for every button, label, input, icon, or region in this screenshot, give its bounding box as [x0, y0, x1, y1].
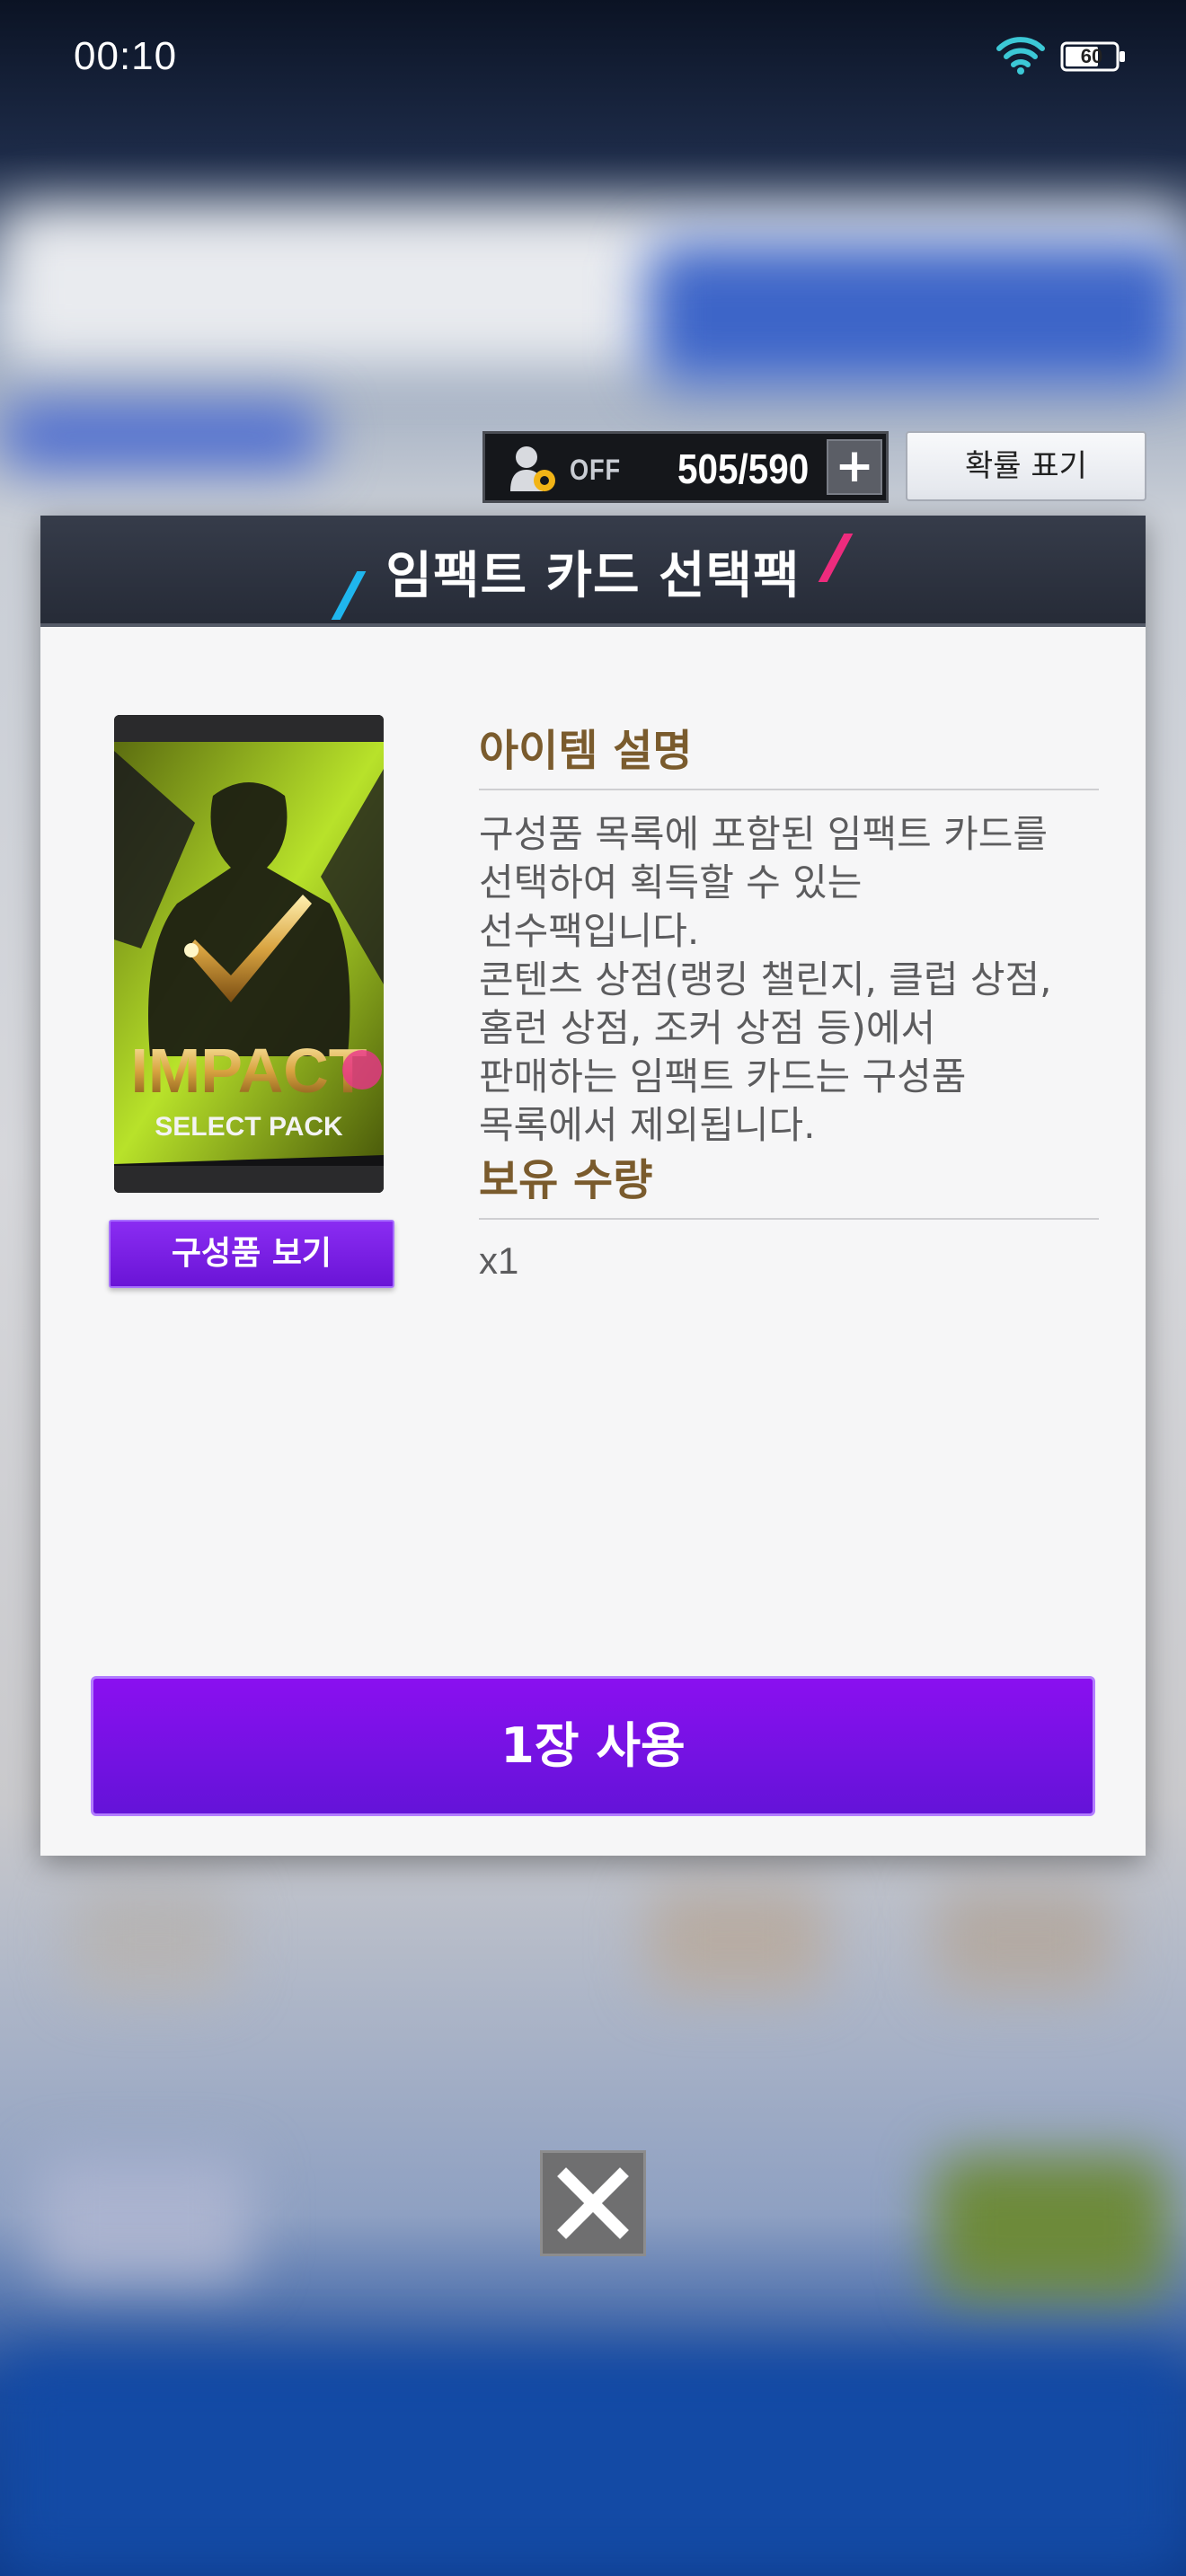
- currency-bar: OFF 505/590 +: [482, 431, 889, 503]
- pack-subtitle-text: SELECT PACK: [155, 1112, 343, 1142]
- item-dialog: 임팩트 카드 선택팩 IMPACT SELECT PACK 구성품 보기 아이템…: [40, 516, 1146, 1856]
- view-contents-button[interactable]: 구성품 보기: [109, 1220, 394, 1288]
- description-title: 아이템 설명: [479, 726, 693, 776]
- battery-level: 60: [1080, 45, 1103, 67]
- pack-art: IMPACT SELECT PACK: [114, 715, 384, 1193]
- pack-brand-text: IMPACT: [130, 1036, 367, 1106]
- dialog-title: 임팩트 카드 선택팩: [385, 547, 801, 605]
- close-icon: [557, 2167, 629, 2239]
- add-currency-button[interactable]: +: [827, 439, 882, 495]
- currency-count: 505/590: [677, 446, 810, 492]
- dialog-header: 임팩트 카드 선택팩: [40, 516, 1146, 627]
- description-text: 구성품 목록에 포함된 임팩트 카드를 선택하여 획득할 수 있는 선수팩입니다…: [479, 812, 1052, 1147]
- odds-button[interactable]: 확률 표기: [906, 431, 1146, 501]
- wifi-icon: [996, 37, 1045, 75]
- auto-status-label: OFF: [570, 454, 621, 486]
- divider: [479, 1218, 1099, 1220]
- divider: [479, 789, 1099, 790]
- status-time: 00:10: [74, 34, 178, 78]
- quantity-value: x1: [479, 1239, 519, 1282]
- close-button[interactable]: [540, 2150, 646, 2256]
- use-one-button[interactable]: 1장 사용: [91, 1676, 1095, 1816]
- auto-play-icon[interactable]: [503, 441, 562, 497]
- status-bar: 00:10 60: [0, 0, 1186, 117]
- quantity-title: 보유 수량: [479, 1155, 653, 1205]
- pack-image: IMPACT SELECT PACK: [114, 715, 384, 1193]
